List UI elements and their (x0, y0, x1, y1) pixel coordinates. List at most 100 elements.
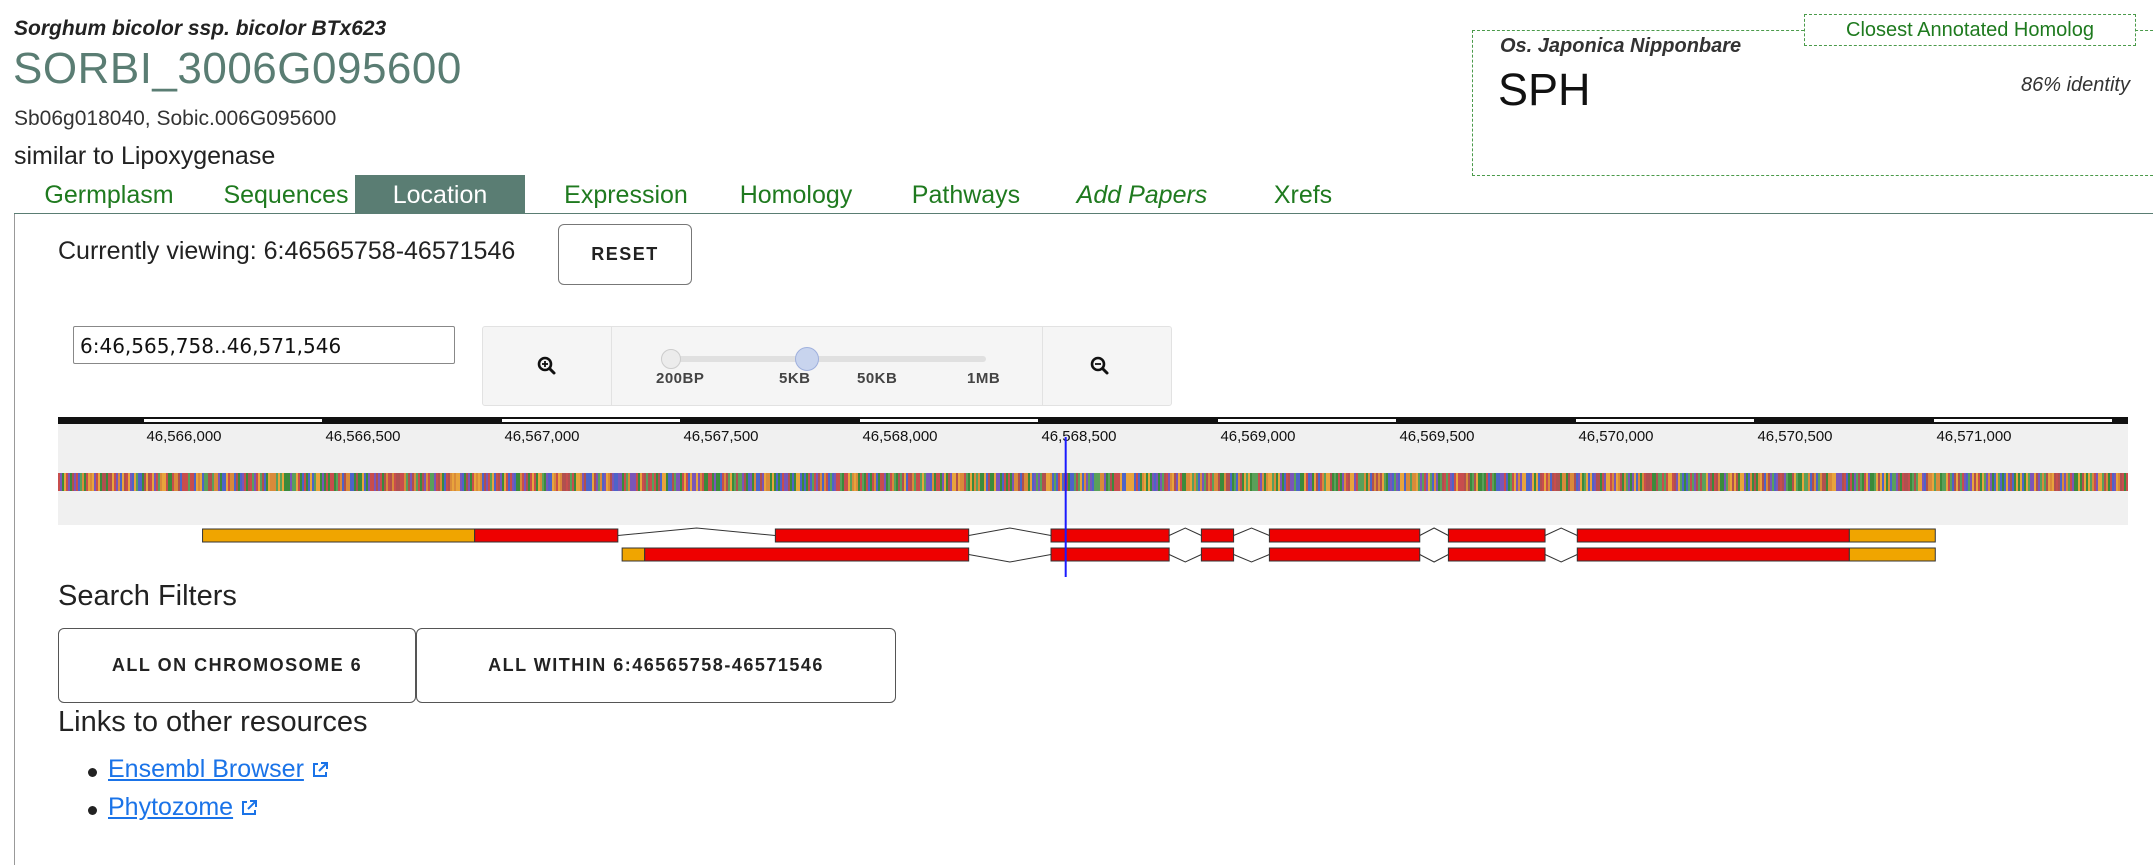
sequence-base (296, 473, 298, 491)
sequence-base (1710, 473, 1712, 491)
tab-location[interactable]: Location (355, 175, 525, 213)
sequence-base (1332, 473, 1334, 491)
sequence-base (2050, 473, 2052, 491)
sequence-base (668, 473, 670, 491)
sequence-base (486, 473, 488, 491)
phytozome-link[interactable]: Phytozome (108, 793, 233, 821)
tab-germplasm[interactable]: Germplasm (24, 175, 194, 213)
sequence-base (1532, 473, 1534, 491)
sequence-base (1322, 473, 1324, 491)
sequence-base (1086, 473, 1088, 491)
sequence-base (1724, 473, 1726, 491)
sequence-base (82, 473, 84, 491)
sequence-base (1626, 473, 1628, 491)
homolog-gene[interactable]: SPH (1498, 64, 1591, 116)
species-name: Sorghum bicolor ssp. bicolor BTx623 (14, 17, 387, 40)
tab-pathways[interactable]: Pathways (890, 175, 1042, 213)
sequence-base (724, 473, 726, 491)
sequence-base (224, 473, 226, 491)
sequence-base (646, 473, 648, 491)
sequence-base (1414, 473, 1416, 491)
tab-expression[interactable]: Expression (540, 175, 712, 213)
sequence-base (240, 473, 242, 491)
sequence-base (1416, 473, 1418, 491)
sequence-base (1522, 473, 1524, 491)
homolog-tab-label[interactable]: Closest Annotated Homolog (1804, 14, 2136, 46)
sequence-base (1238, 473, 1240, 491)
zoom-in-button[interactable] (483, 327, 612, 405)
tab-add-papers[interactable]: Add Papers (1054, 175, 1230, 213)
sequence-base (1576, 473, 1578, 491)
sequence-base (564, 473, 566, 491)
sequence-base (1604, 473, 1606, 491)
sequence-base (1844, 473, 1846, 491)
sequence-base (1240, 473, 1242, 491)
zoom-slider-handle[interactable] (795, 347, 819, 371)
sequence-base (494, 473, 496, 491)
sequence-base (1146, 473, 1148, 491)
tab-homology[interactable]: Homology (718, 175, 874, 213)
sequence-base (278, 473, 280, 491)
sequence-base (370, 473, 372, 491)
sequence-base (644, 473, 646, 491)
sequence-base (1224, 473, 1226, 491)
sequence-base (1912, 473, 1914, 491)
sequence-base (412, 473, 414, 491)
sequence-base (1782, 473, 1784, 491)
sequence-base (542, 473, 544, 491)
tab-xrefs[interactable]: Xrefs (1248, 175, 1358, 213)
zoom-out-button[interactable] (1042, 327, 1171, 405)
sequence-base (2028, 473, 2030, 491)
sequence-base (352, 473, 354, 491)
sequence-base (820, 473, 822, 491)
sequence-base (168, 473, 170, 491)
sequence-base (2056, 473, 2058, 491)
sequence-base (660, 473, 662, 491)
sequence-base (812, 473, 814, 491)
sequence-base (396, 473, 398, 491)
zoom-slider-track[interactable] (664, 356, 986, 362)
sequence-base (148, 473, 150, 491)
sequence-base (848, 473, 850, 491)
homolog-identity: 86% identity (2021, 74, 2130, 96)
sequence-base (86, 473, 88, 491)
sequence-base (1572, 473, 1574, 491)
sequence-base (1196, 473, 1198, 491)
sequence-base (1670, 473, 1672, 491)
ensembl-browser-link[interactable]: Ensembl Browser (108, 755, 304, 783)
tab-sequences[interactable]: Sequences (200, 175, 372, 213)
sequence-base (1112, 473, 1114, 491)
sequence-base (1512, 473, 1514, 491)
sequence-base (870, 473, 872, 491)
sequence-base (944, 473, 946, 491)
sequence-base (1506, 473, 1508, 491)
sequence-base (1188, 473, 1190, 491)
genome-browser[interactable]: 46,566,000 46,566,500 46,567,000 46,567,500… (58, 417, 2128, 577)
sequence-base (1008, 473, 1010, 491)
sequence-base (404, 473, 406, 491)
location-input[interactable]: 6:46,565,758..46,571,546 (73, 326, 455, 364)
sequence-base (380, 473, 382, 491)
intron-line (617, 527, 776, 536)
sequence-base (1408, 473, 1410, 491)
sequence-base (846, 473, 848, 491)
sequence-base (772, 473, 774, 491)
intron-line (1233, 527, 1270, 536)
sequence-base (1980, 473, 1982, 491)
sequence-base (1092, 473, 1094, 491)
sequence-base (1198, 473, 1200, 491)
sequence-base (1992, 473, 1994, 491)
reset-button[interactable]: RESET (558, 224, 692, 285)
sequence-base (996, 473, 998, 491)
sequence-base (1164, 473, 1166, 491)
sequence-base (1306, 473, 1308, 491)
sequence-base (96, 473, 98, 491)
all-on-chromosome-button[interactable]: ALL ON CHROMOSOME 6 (58, 628, 416, 703)
sequence-base (496, 473, 498, 491)
all-within-region-button[interactable]: ALL WITHIN 6:46565758-46571546 (416, 628, 896, 703)
sequence-base (1648, 473, 1650, 491)
sequence-base (1722, 473, 1724, 491)
sequence-base (1278, 473, 1280, 491)
sequence-base (1972, 473, 1974, 491)
links-title: Links to other resources (58, 706, 368, 738)
